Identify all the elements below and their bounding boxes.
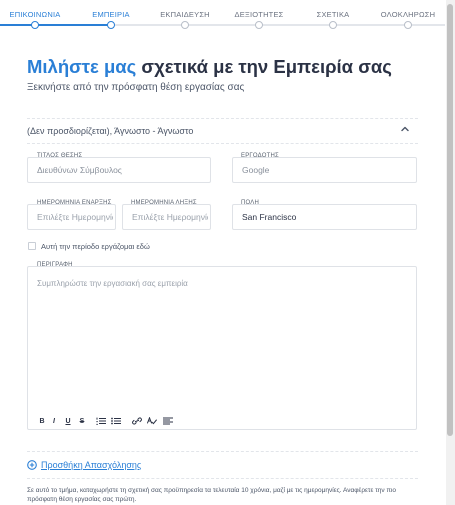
- underline-button[interactable]: U: [61, 416, 75, 426]
- description-placeholder: Συμπληρώστε την εργασιακή σας εμπειρία: [37, 279, 188, 288]
- spellcheck-icon[interactable]: [145, 416, 159, 426]
- step-dot-education: [181, 21, 189, 29]
- city-field[interactable]: San Francisco: [232, 204, 417, 230]
- divider: [27, 478, 418, 479]
- start-date-field[interactable]: Επιλέξτε Ημερομηνία: [27, 204, 116, 230]
- step-dot-finish: [404, 21, 412, 29]
- employer-field[interactable]: Google: [232, 157, 417, 183]
- step-about[interactable]: ΣΧΕΤΙΚΑ: [317, 10, 350, 19]
- plus-circle-icon: [27, 460, 37, 470]
- ordered-list-icon[interactable]: [93, 416, 109, 426]
- page-title: Μιλήστε μας σχετικά με την Εμπειρία σας: [27, 56, 392, 78]
- divider: [27, 451, 418, 452]
- current-job-label[interactable]: Αυτή την περίοδο εργάζομαι εδώ: [41, 242, 150, 251]
- divider: [27, 118, 418, 119]
- bullet-list-icon[interactable]: [109, 416, 123, 426]
- step-dot-contact: [31, 21, 39, 29]
- experience-help-text: Σε αυτό το τμήμα, καταχωρήστε τη σχετική…: [27, 487, 396, 503]
- add-employment-link[interactable]: Προσθήκη Απασχόλησης: [27, 460, 141, 470]
- step-contact[interactable]: ΕΠΙΚΟΙΝΩΝΙΑ: [10, 10, 61, 19]
- step-navigation: ΕΠΙΚΟΙΝΩΝΙΑ ΕΜΠΕΙΡΙΑ ΕΚΠΑΙΔΕΥΣΗ ΔΕΞΙΟΤΗΤ…: [0, 0, 445, 30]
- step-progress-bar: [0, 24, 111, 26]
- step-dot-experience: [107, 21, 115, 29]
- step-education[interactable]: ΕΚΠΑΙΔΕΥΣΗ: [160, 10, 210, 19]
- step-finish[interactable]: ΟΛΟΚΛΗΡΩΣΗ: [381, 10, 435, 19]
- chevron-up-icon[interactable]: [400, 124, 410, 134]
- employer-value: Google: [242, 165, 270, 175]
- start-date-placeholder: Επιλέξτε Ημερομηνία: [37, 212, 113, 222]
- job-title-value: Διευθύνων Σύμβουλος: [37, 165, 122, 175]
- description-editor[interactable]: Συμπληρώστε την εργασιακή σας εμπειρία: [27, 266, 417, 430]
- divider: [27, 143, 418, 144]
- page-title-accent: Μιλήστε μας: [27, 56, 137, 77]
- job-title-field[interactable]: Διευθύνων Σύμβουλος: [27, 157, 211, 183]
- bold-button[interactable]: B: [37, 416, 47, 426]
- step-dot-about: [329, 21, 337, 29]
- add-employment-label: Προσθήκη Απασχόλησης: [41, 460, 142, 470]
- scrollbar-thumb[interactable]: [447, 4, 453, 436]
- step-dot-skills: [255, 21, 263, 29]
- strikethrough-button[interactable]: S: [75, 416, 89, 426]
- align-left-icon[interactable]: [161, 416, 175, 426]
- city-value: San Francisco: [242, 212, 297, 222]
- page-subtitle: Ξεκινήστε από την πρόσφατη θέση εργασίας…: [27, 82, 245, 93]
- step-experience[interactable]: ΕΜΠΕΙΡΙΑ: [92, 10, 129, 19]
- link-icon[interactable]: [129, 416, 145, 426]
- step-skills[interactable]: ΔΕΞΙΟΤΗΤΕΣ: [234, 10, 283, 19]
- editor-toolbar: B I U S: [37, 416, 175, 426]
- end-date-placeholder: Επιλέξτε Ημερομηνία: [132, 212, 208, 222]
- experience-entry-summary[interactable]: (Δεν προσδιορίζεται), Άγνωστο - Άγνωστο: [27, 126, 193, 136]
- end-date-field[interactable]: Επιλέξτε Ημερομηνία: [122, 204, 211, 230]
- current-job-checkbox[interactable]: [28, 242, 36, 250]
- italic-button[interactable]: I: [47, 416, 61, 426]
- page-title-rest: σχετικά με την Εμπειρία σας: [136, 56, 392, 77]
